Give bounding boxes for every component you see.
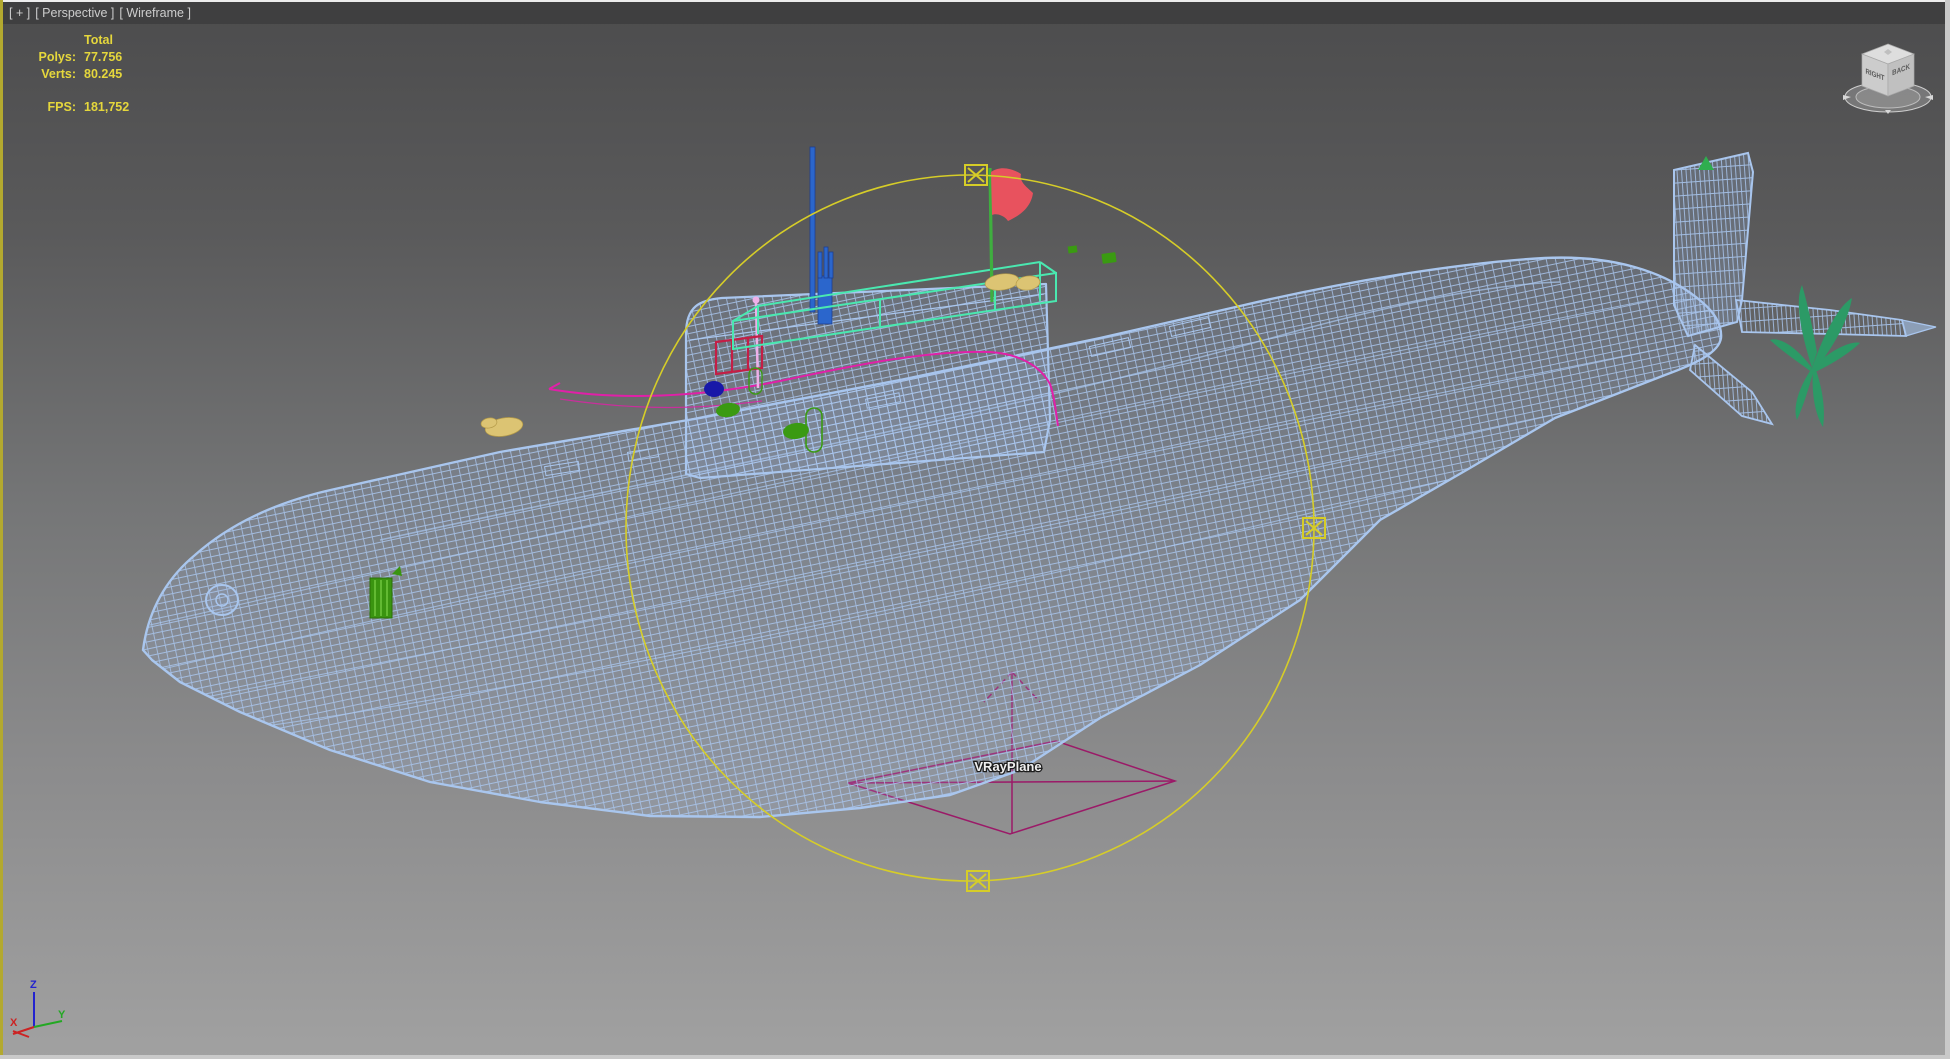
viewport-top-edge [0, 0, 1950, 2]
stats-fps-row: FPS: 181,752 [20, 99, 130, 116]
navy-equipment-blob[interactable] [704, 381, 724, 397]
submarine-sail[interactable] [548, 146, 1059, 480]
object-name-label: VRayPlane [974, 759, 1041, 774]
stats-fps-label: FPS: [47, 100, 76, 114]
viewcube[interactable]: RIGHT BACK [1843, 43, 1933, 114]
axis-x-label: X [10, 1017, 18, 1029]
stats-header-row: Total [20, 32, 129, 49]
viewport-right-edge [1945, 0, 1950, 1059]
viewport-pov-menu[interactable]: [ Perspective ] [35, 6, 114, 20]
axis-y-label: Y [58, 1009, 66, 1021]
axis-z-label: Z [30, 979, 37, 991]
bow-sonar-eye [205, 584, 239, 616]
stats-verts-label: Verts: [41, 67, 76, 81]
stats-verts-row: Verts: 80.245 [20, 66, 129, 83]
stats-polys-label: Polys: [38, 50, 76, 64]
3d-viewport[interactable]: VRayPlane Z X Y RIGHT BACK [ + ] [ Persp… [0, 0, 1950, 1059]
viewport-general-menu[interactable]: [ + ] [9, 6, 30, 20]
stats-polys-value: 77.756 [84, 50, 123, 64]
viewport-bottom-edge [0, 1055, 1950, 1059]
viewport-canvas[interactable]: VRayPlane Z X Y RIGHT BACK [0, 0, 1950, 1059]
viewport-label-bar: [ + ] [ Perspective ] [ Wireframe ] [3, 2, 1945, 24]
stats-polys-row: Polys: 77.756 [20, 49, 129, 66]
stats-total-header: Total [84, 33, 113, 47]
viewport-shading-menu[interactable]: [ Wireframe ] [119, 6, 191, 20]
stats-verts-value: 80.245 [84, 67, 123, 81]
deck-green-fittings[interactable] [1067, 245, 1117, 264]
stern-skeg[interactable] [1689, 344, 1773, 425]
viewport-statistics: Total Polys: 77.756 Verts: 80.245 FPS: 1… [20, 32, 129, 116]
stats-fps-value: 181,752 [84, 100, 130, 114]
active-viewport-highlight-border [0, 0, 3, 1059]
axis-tripod: Z X Y [10, 979, 66, 1038]
